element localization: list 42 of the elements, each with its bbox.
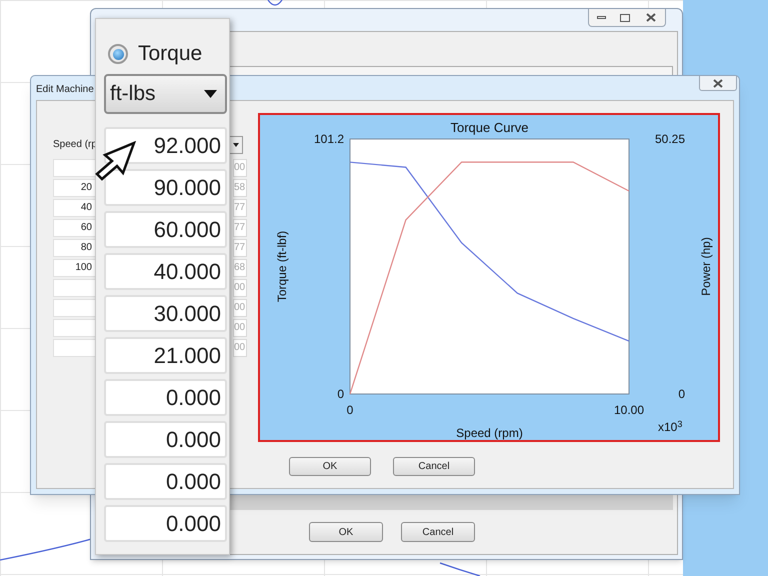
window-title: Edit Machine (36, 83, 94, 97)
value-field[interactable]: 30.000 (104, 295, 227, 332)
table-cell: 68 (233, 259, 247, 277)
table-cell: 00 (233, 159, 247, 177)
dialog-button[interactable]: Cancel (393, 457, 475, 476)
y2-axis-label: Power (hp) (699, 237, 713, 296)
value-field[interactable]: 0.000 (104, 505, 227, 542)
x-tick-label: 0 (346, 403, 354, 417)
value-field[interactable]: 60.000 (104, 211, 227, 248)
axis-multiplier: x10$^{3}$ (658, 420, 682, 434)
caret-icon (204, 90, 217, 98)
y-tick-label: 101.2 (314, 132, 344, 146)
value-field[interactable]: 0.000 (104, 421, 227, 458)
table-cell: 77 (233, 239, 247, 257)
table-cell: 00 (233, 319, 247, 337)
value-field[interactable]: 0.000 (104, 463, 227, 500)
unit-dropdown[interactable]: ft-lbs (104, 74, 227, 114)
table-cell: 58 (233, 179, 247, 197)
radio-label: Torque (138, 41, 202, 68)
table-cell: 00 (233, 339, 247, 357)
dialog-button[interactable]: OK (309, 522, 383, 542)
x-axis-label: Speed (rpm) (456, 426, 523, 440)
value-field[interactable]: 21.000 (104, 337, 227, 374)
y-tick-label: 0 (337, 387, 344, 401)
dialog-button[interactable]: Cancel (401, 522, 475, 542)
table-cell: 00 (233, 279, 247, 297)
y-axis-label: Torque (ft-lbf) (275, 230, 289, 302)
table-cell: 77 (233, 199, 247, 217)
chart-title: Torque Curve (450, 120, 529, 135)
y2-tick-label: 50.25 (654, 132, 685, 146)
value-field[interactable]: 0.000 (104, 379, 227, 416)
close-icon[interactable] (699, 76, 737, 91)
radio-button[interactable] (108, 44, 128, 64)
y2-tick-label: 0 (678, 387, 685, 401)
dialog-button[interactable]: OK (289, 457, 371, 476)
x-tick-label: 10.00 (614, 403, 644, 417)
cursor-icon (94, 141, 136, 181)
table-cell: 77 (233, 219, 247, 237)
value-field[interactable]: 90.000 (104, 169, 227, 206)
table-cell: 00 (233, 299, 247, 317)
value-field[interactable]: 40.000 (104, 253, 227, 290)
value-field[interactable]: 92.000 (104, 127, 227, 164)
